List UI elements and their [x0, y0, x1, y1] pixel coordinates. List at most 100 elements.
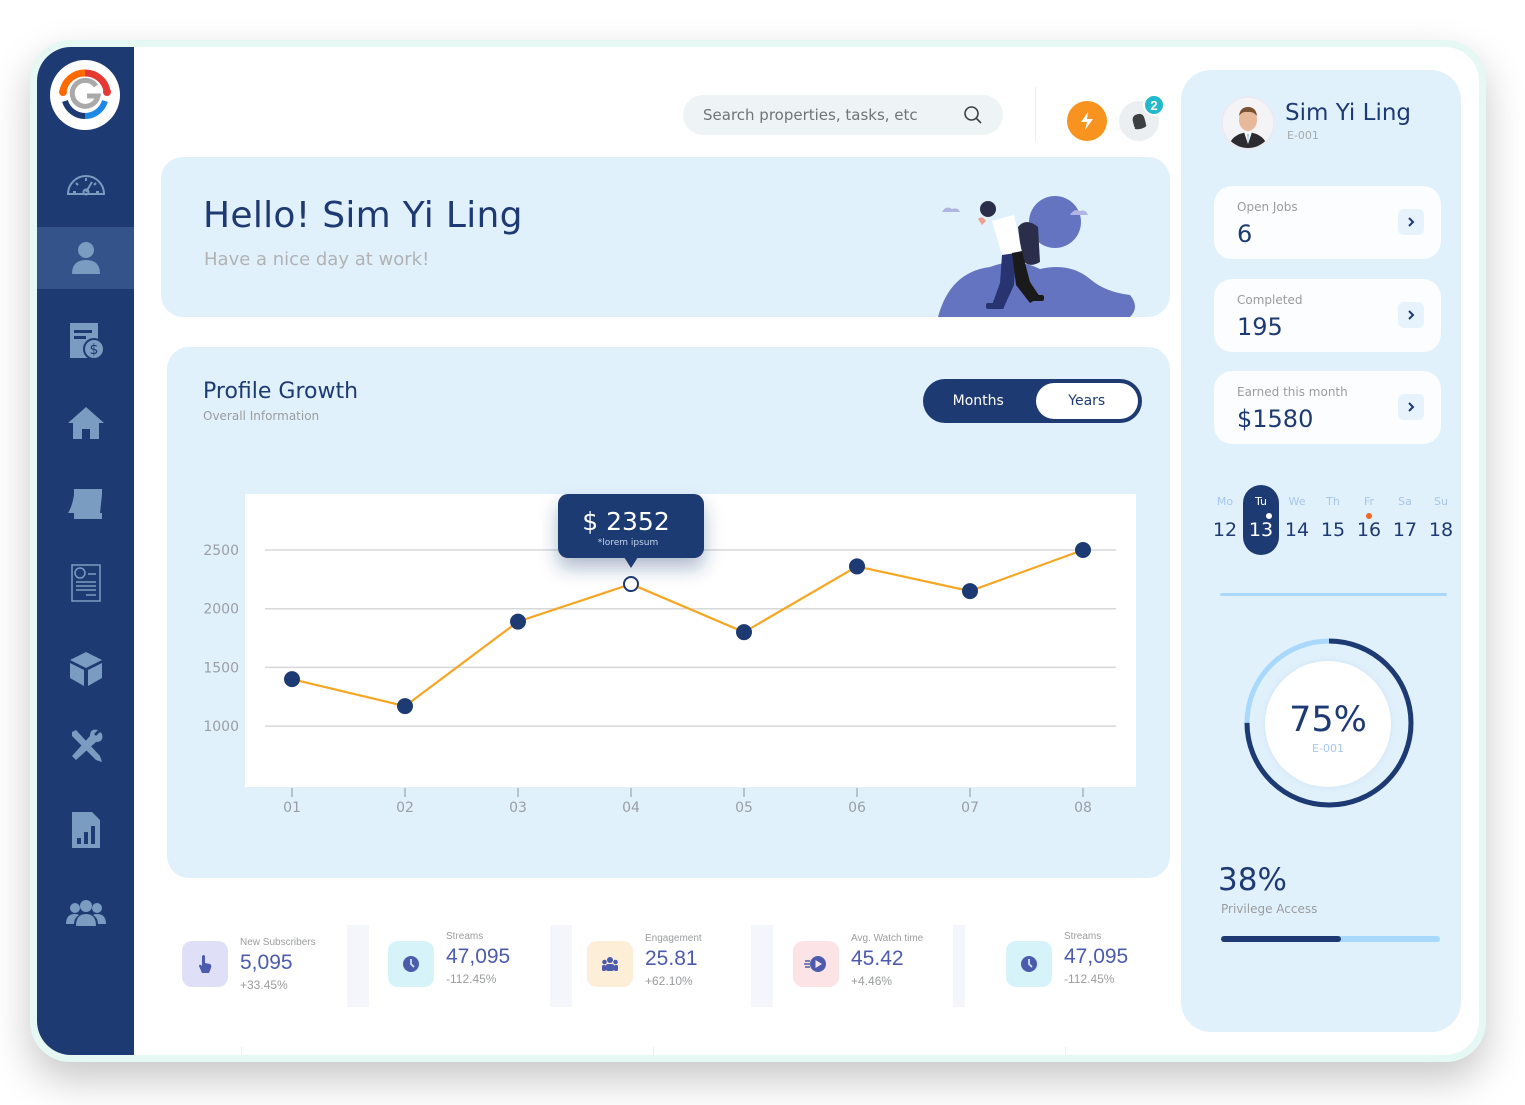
data-point[interactable] — [510, 613, 526, 630]
stat-new-subscribers[interactable]: New Subscribers 5,095 +33.45% — [182, 923, 316, 1005]
notification-badge: 2 — [1143, 94, 1165, 116]
stat-engagement[interactable]: Engagement 25.81 +62.10% — [587, 923, 702, 1005]
sidebar-item-calendar[interactable] — [37, 472, 134, 534]
invoice-icon — [70, 564, 101, 602]
day-name: Sa — [1398, 495, 1412, 508]
stat-change: -112.45% — [446, 971, 497, 986]
stat-avg-watch-time[interactable]: Avg. Watch time 45.42 +4.46% — [793, 923, 923, 1005]
logo-icon — [59, 69, 111, 119]
kpi-value: 195 — [1237, 313, 1283, 341]
privilege-progress-bar — [1221, 936, 1440, 942]
data-point[interactable] — [284, 671, 300, 688]
data-point[interactable] — [397, 698, 413, 715]
sidebar-item-reports[interactable] — [37, 799, 134, 861]
x-tick-label: 05 — [735, 800, 753, 816]
svg-text:$: $ — [89, 342, 98, 358]
search-icon[interactable] — [963, 105, 983, 125]
app-logo[interactable] — [50, 60, 120, 130]
x-tick-label: 03 — [509, 800, 527, 816]
stat-label: New Subscribers — [240, 936, 316, 948]
sidebar-item-billing[interactable]: $ — [37, 309, 134, 371]
chevron-right-icon — [1408, 217, 1415, 227]
quick-actions-button[interactable] — [1067, 101, 1107, 141]
x-tick-label: 01 — [283, 800, 301, 816]
day-date: 18 — [1428, 519, 1454, 541]
day-th[interactable]: Th 15 — [1315, 485, 1351, 541]
stat-change: +4.46% — [851, 973, 893, 988]
data-point[interactable] — [736, 624, 752, 641]
kpi-open-jobs[interactable]: Open Jobs 6 — [1214, 186, 1441, 259]
day-date: 17 — [1392, 519, 1418, 541]
receipt-dollar-icon: $ — [69, 323, 105, 360]
privilege-label: Privilege Access — [1221, 902, 1318, 916]
x-tick-label: 07 — [961, 800, 979, 816]
stat-streams-2[interactable]: Streams 47,095 -112.45% — [1006, 923, 1128, 1005]
calendar-icon — [67, 489, 102, 519]
day-date: 14 — [1284, 519, 1310, 541]
user-name: Sim Yi Ling — [1285, 100, 1412, 126]
day-we[interactable]: We 14 — [1279, 485, 1315, 541]
user-photo-icon — [1223, 98, 1273, 148]
day-fr[interactable]: Fr 16 — [1351, 485, 1387, 541]
sidebar-item-team[interactable] — [37, 883, 134, 945]
users-icon — [65, 900, 106, 926]
sidebar-item-maintenance[interactable] — [37, 715, 134, 777]
day-date: 13 — [1248, 519, 1274, 541]
stat-label: Streams — [446, 930, 484, 942]
x-tick-label: 02 — [396, 800, 414, 816]
day-su[interactable]: Su 18 — [1423, 485, 1459, 541]
search-input[interactable] — [703, 106, 963, 124]
kpi-earned[interactable]: Earned this month $1580 — [1214, 371, 1441, 444]
chart-tooltip: $ 2352 *lorem ipsum — [558, 494, 704, 569]
day-name: Th — [1326, 495, 1340, 508]
profile-growth-chart: 1000 1500 2000 2500 01 02 03 04 05 06 07 08 $ 2352… — [203, 494, 1136, 816]
report-chart-icon — [71, 812, 100, 848]
app-window: $ 2 Hello! Sim — [37, 47, 1479, 1055]
day-sa[interactable]: Sa 17 — [1387, 485, 1423, 541]
day-tu[interactable]: Tu 13 — [1243, 485, 1279, 555]
sidebar-item-products[interactable] — [37, 637, 134, 699]
kpi-label: Open Jobs — [1237, 200, 1298, 214]
user-panel: Sim Yi Ling E-001 Open Jobs 6 Completed … — [1181, 70, 1461, 1032]
stat-divider — [347, 925, 369, 1007]
x-tick-label: 06 — [848, 800, 866, 816]
search-bar[interactable] — [683, 95, 1003, 135]
data-point[interactable] — [962, 583, 978, 600]
y-tick-label: 2500 — [203, 543, 239, 559]
day-date: 12 — [1212, 519, 1238, 541]
home-icon — [67, 407, 104, 439]
sidebar-item-properties[interactable] — [37, 392, 134, 454]
stat-value: 45.42 — [851, 946, 904, 970]
user-id: E-001 — [1287, 129, 1319, 142]
data-point[interactable] — [849, 558, 865, 575]
open-jobs-arrow-button[interactable] — [1398, 209, 1424, 235]
play-fast-icon — [804, 956, 826, 972]
sidebar-item-profile[interactable] — [37, 227, 134, 289]
day-name: Mo — [1216, 495, 1234, 508]
sidebar-item-invoices[interactable] — [37, 552, 134, 614]
earned-arrow-button[interactable] — [1398, 394, 1424, 420]
stat-streams[interactable]: Streams 47,095 -112.45% — [388, 923, 510, 1005]
avatar[interactable] — [1221, 96, 1275, 150]
stat-icon-box — [388, 941, 434, 987]
stat-icon-box — [182, 941, 228, 987]
stat-change: +33.45% — [240, 977, 288, 992]
event-dot — [1366, 513, 1372, 519]
header-divider — [1035, 87, 1036, 142]
data-point[interactable] — [1075, 542, 1091, 558]
x-tick-label: 08 — [1074, 800, 1092, 816]
clock-icon — [403, 956, 419, 972]
stat-value: 5,095 — [240, 950, 293, 974]
stat-label: Engagement — [645, 932, 702, 944]
stat-label: Avg. Watch time — [851, 932, 924, 944]
data-point[interactable] — [623, 576, 639, 593]
stat-icon-box — [587, 941, 633, 987]
panel-divider — [1220, 593, 1447, 596]
sidebar-item-dashboard[interactable] — [37, 153, 134, 215]
kpi-completed[interactable]: Completed 195 — [1214, 279, 1441, 352]
completed-arrow-button[interactable] — [1398, 302, 1424, 328]
day-date: 15 — [1320, 519, 1346, 541]
ring-sub: E-001 — [1312, 742, 1344, 755]
day-mo[interactable]: Mo 12 — [1207, 485, 1243, 541]
stat-divider — [751, 925, 773, 1007]
